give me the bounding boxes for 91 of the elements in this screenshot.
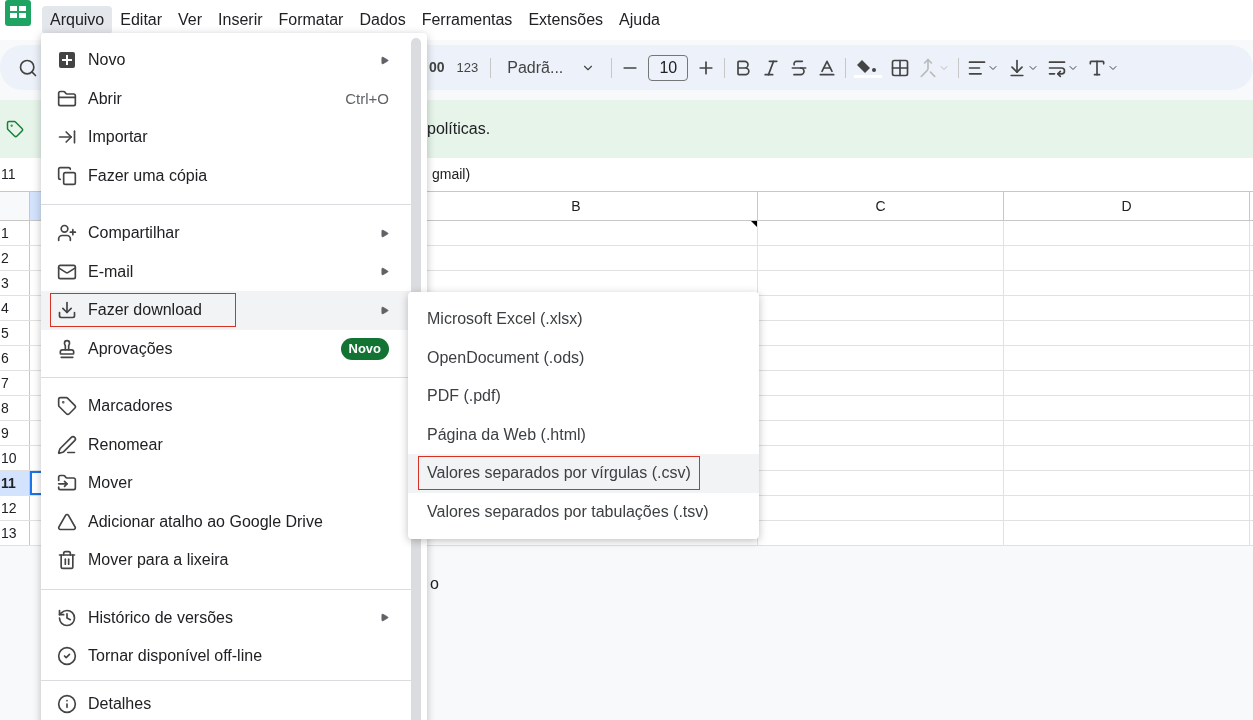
menu-item-label: Importar bbox=[88, 127, 148, 148]
menu-item-label: Novo bbox=[88, 50, 126, 71]
menu-item[interactable]: Renomear bbox=[41, 425, 411, 464]
folder-icon bbox=[57, 88, 77, 109]
label-icon bbox=[6, 120, 24, 138]
menu-item[interactable]: Marcadores bbox=[41, 387, 411, 426]
menu-item-label: Histórico de versões bbox=[88, 607, 233, 628]
menu-item[interactable]: Mover bbox=[41, 464, 411, 503]
borders-icon[interactable] bbox=[890, 57, 911, 78]
menu-bar-item[interactable]: Inserir bbox=[210, 6, 271, 34]
menu-item-label: Abrir bbox=[88, 88, 122, 109]
row-header[interactable]: 8 bbox=[0, 396, 30, 420]
menu-item-label: Renomear bbox=[88, 434, 163, 455]
row-header[interactable]: 11 bbox=[0, 471, 30, 495]
font-size-field[interactable]: 10 bbox=[648, 54, 689, 81]
menu-item[interactable]: Detalhes bbox=[41, 684, 411, 720]
row-header[interactable]: 2 bbox=[0, 246, 30, 270]
submenu-item[interactable]: Microsoft Excel (.xlsx) bbox=[408, 300, 759, 339]
add-person-icon bbox=[57, 223, 77, 244]
menu-item[interactable]: Fazer download bbox=[41, 291, 411, 330]
rename-icon bbox=[57, 434, 77, 455]
drive-shortcut-icon bbox=[57, 511, 77, 532]
note-marker-icon bbox=[751, 221, 757, 227]
copy-icon bbox=[57, 165, 77, 186]
menu-item[interactable]: Novo bbox=[41, 41, 411, 80]
label-icon bbox=[57, 396, 77, 417]
menu-item[interactable]: Histórico de versões bbox=[41, 598, 411, 637]
column-header[interactable]: D bbox=[1004, 192, 1250, 220]
shortcut-text: Ctrl+O bbox=[345, 88, 389, 109]
row-header[interactable]: 7 bbox=[0, 371, 30, 395]
row-header[interactable]: 3 bbox=[0, 271, 30, 295]
menu-bar-item[interactable]: Ver bbox=[170, 6, 211, 34]
banner-text: políticas. bbox=[427, 119, 491, 139]
menu-item[interactable]: E-mail bbox=[41, 252, 411, 291]
menu-item-label: E-mail bbox=[88, 261, 134, 282]
move-folder-icon bbox=[57, 473, 77, 494]
menu-item-label: Mover bbox=[88, 473, 133, 494]
download-icon bbox=[57, 300, 77, 321]
menu-item-label: Fazer download bbox=[88, 300, 202, 321]
menu-bar-item[interactable]: Dados bbox=[351, 6, 414, 34]
menu-bar-item[interactable]: Extensões bbox=[520, 6, 612, 34]
menu-item[interactable]: Importar bbox=[41, 118, 411, 157]
menu-bar-item[interactable]: Formatar bbox=[270, 6, 352, 34]
row-header[interactable]: 1 bbox=[0, 221, 30, 245]
new-badge: Novo bbox=[340, 338, 389, 360]
submenu-item[interactable]: Valores separados por vírgulas (.csv) bbox=[408, 454, 759, 493]
menu-bar-item[interactable]: Editar bbox=[112, 6, 171, 34]
sheet-tab[interactable]: o bbox=[430, 572, 439, 596]
menu-item-label: Aprovações bbox=[88, 338, 173, 359]
menu-bar-item[interactable]: Arquivo bbox=[42, 6, 113, 34]
row-header[interactable]: 4 bbox=[0, 296, 30, 320]
menu-item-label: Marcadores bbox=[88, 396, 173, 417]
menu-item[interactable]: Fazer uma cópia bbox=[41, 156, 411, 195]
submenu-item[interactable]: OpenDocument (.ods) bbox=[408, 338, 759, 377]
menu-item[interactable]: Aprovações Novo bbox=[41, 329, 411, 368]
decimal-button[interactable]: 00 bbox=[429, 57, 445, 78]
menu-bar-item[interactable]: Ferramentas bbox=[413, 6, 521, 34]
menu-item[interactable]: Mover para a lixeira bbox=[41, 541, 411, 580]
number-format-button[interactable]: 123 bbox=[452, 57, 483, 78]
row-header[interactable]: 12 bbox=[0, 496, 30, 520]
stamp-icon bbox=[57, 338, 77, 359]
menu-item-label: Tornar disponível off-line bbox=[88, 646, 263, 667]
menu-item[interactable]: Adicionar atalho ao Google Drive bbox=[41, 502, 411, 541]
offline-check-icon bbox=[57, 646, 77, 667]
menu-item-label: Adicionar atalho ao Google Drive bbox=[88, 511, 323, 532]
menu-item[interactable]: Tornar disponível off-line bbox=[41, 637, 411, 676]
row-header[interactable]: 9 bbox=[0, 421, 30, 445]
menu-item-label: Compartilhar bbox=[88, 223, 180, 244]
submenu-item[interactable]: PDF (.pdf) bbox=[408, 377, 759, 416]
menu-item-label: Detalhes bbox=[88, 693, 152, 714]
info-icon bbox=[57, 693, 77, 714]
new-document-icon bbox=[57, 50, 77, 71]
row-header[interactable]: 13 bbox=[0, 521, 30, 545]
cell-reference: 11 bbox=[0, 165, 17, 184]
row-header[interactable]: 10 bbox=[0, 446, 30, 470]
submenu-item[interactable]: Valores separados por tabulações (.tsv) bbox=[408, 492, 759, 531]
spreadsheet-logo[interactable] bbox=[4, 0, 32, 28]
formula-text: gmail) bbox=[432, 165, 471, 184]
corner-cell[interactable] bbox=[0, 192, 30, 220]
submenu-item[interactable]: Página da Web (.html) bbox=[408, 415, 759, 454]
search-icon[interactable] bbox=[18, 57, 38, 78]
menu-bar-item[interactable]: Ajuda bbox=[611, 6, 668, 34]
column-header[interactable]: C bbox=[758, 192, 1004, 220]
row-header[interactable]: 5 bbox=[0, 321, 30, 345]
menu-item-label: Fazer uma cópia bbox=[88, 165, 208, 186]
trash-icon bbox=[57, 550, 77, 571]
font-dropdown[interactable]: Padrã... bbox=[499, 55, 604, 80]
menu-item[interactable]: Abrir Ctrl+O bbox=[41, 79, 411, 118]
menu-item-label: Mover para a lixeira bbox=[88, 550, 229, 571]
row-header[interactable]: 6 bbox=[0, 346, 30, 370]
history-icon bbox=[57, 607, 77, 628]
